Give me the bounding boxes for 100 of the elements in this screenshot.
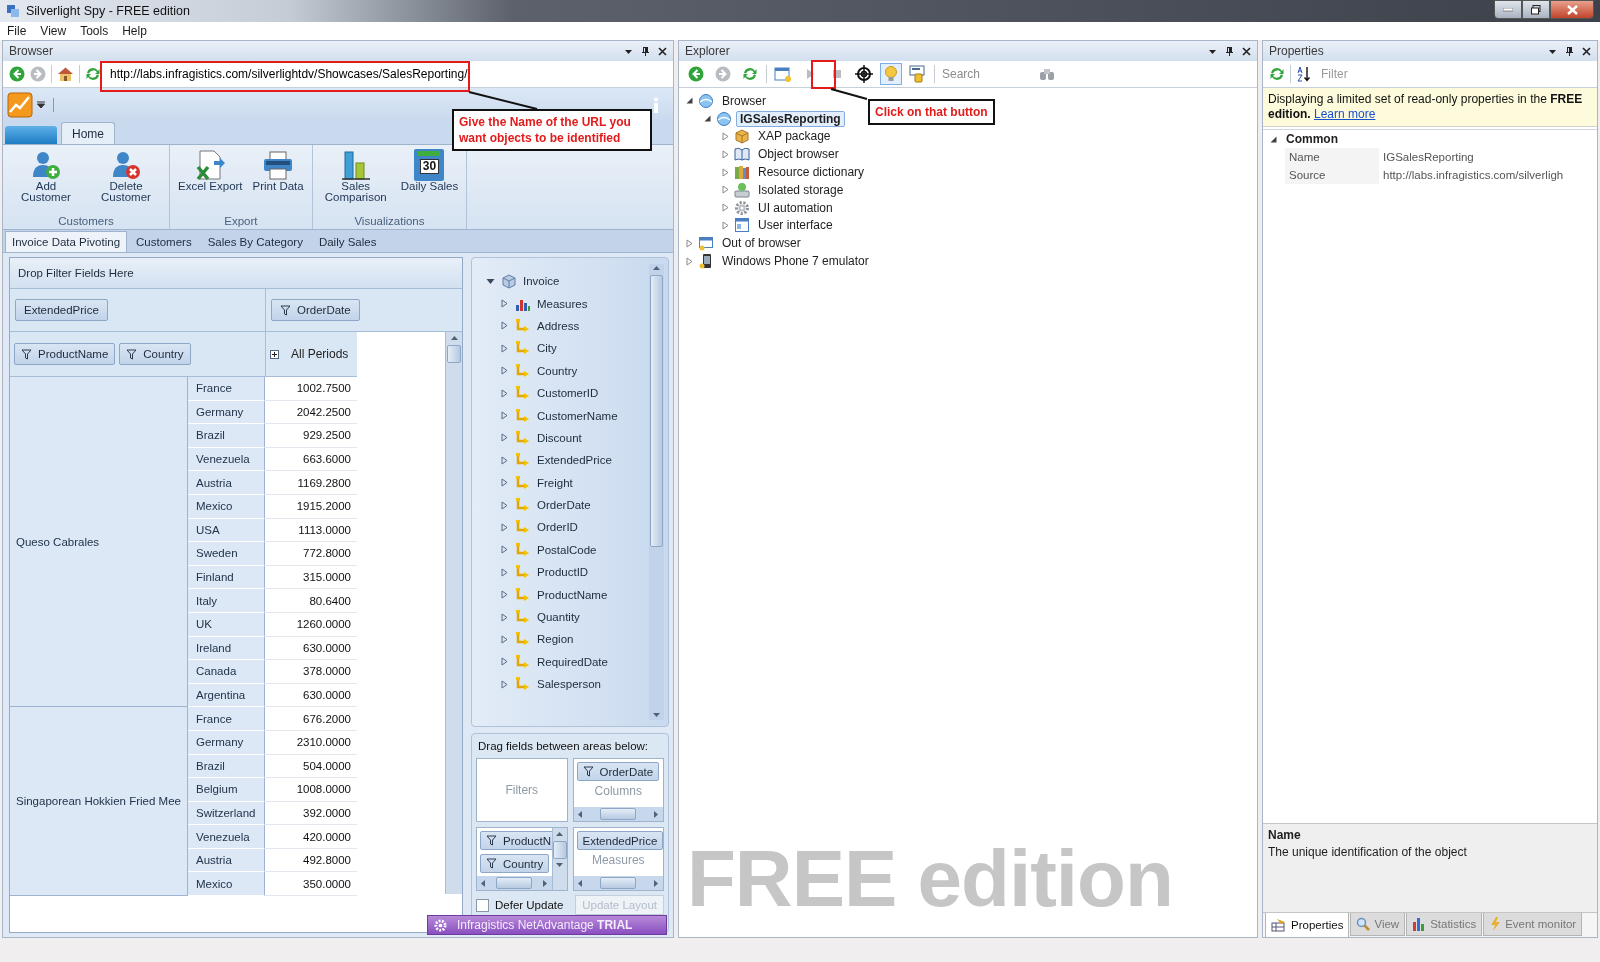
tree-item[interactable]: User interface [754,217,837,234]
close-icon[interactable] [1582,46,1591,56]
learn-more-link[interactable]: Learn more [1314,107,1376,121]
expand-icon[interactable] [270,349,279,359]
scroll-arrow-icon[interactable] [479,878,488,888]
binoculars-icon[interactable] [1039,67,1055,81]
ribbon-button[interactable]: Add Customer [7,147,85,215]
row-field-chip[interactable]: Country [480,854,550,873]
field-item[interactable]: CustomerName [537,409,618,422]
columns-drop-area[interactable]: OrderDate Columns [572,758,664,822]
measures-drop-area[interactable]: ExtendedPrice Measures [572,827,664,891]
minimize-button[interactable] [1494,0,1522,19]
ribbon-tab[interactable]: Home [61,122,115,144]
restore-button[interactable] [1522,0,1550,19]
field-item[interactable]: Country [537,364,578,377]
row-field-chip[interactable]: ProductN [480,831,552,850]
row-field-chip[interactable]: ProductName [14,343,116,365]
column-field-chip[interactable]: OrderDate [271,299,360,321]
ribbon-button[interactable]: Print Data [248,147,308,215]
printer-icon [262,149,295,181]
field-item[interactable]: RequiredDate [537,655,608,668]
scroll-thumb[interactable] [552,841,567,859]
ribbon-button[interactable]: Delete Customer [87,147,165,215]
scroll-arrow-icon[interactable] [652,809,661,819]
refresh-icon[interactable] [1269,66,1285,82]
scroll-thumb[interactable] [447,345,461,363]
rows-drop-area[interactable]: ProductN Country [476,827,568,891]
scroll-thumb[interactable] [650,275,663,547]
tree-item[interactable]: Out of browser [718,235,805,252]
tree-arrow-icon[interactable] [703,114,712,124]
document-tab[interactable]: Invoice Data Pivoting [5,231,128,252]
menu-item[interactable]: View [35,24,72,38]
scroll-arrow-icon[interactable] [575,878,585,888]
tree-item[interactable]: Resource dictionary [754,164,869,181]
scroll-thumb[interactable] [600,808,637,820]
close-icon[interactable] [658,46,667,56]
column-field-chip[interactable]: OrderDate [576,762,660,781]
field-item[interactable]: Measures [537,297,588,310]
field-item[interactable]: Quantity [537,611,580,624]
refresh-icon[interactable] [85,66,101,82]
menu-item[interactable]: Help [117,24,152,38]
tree-item[interactable]: Windows Phone 7 emulator [718,253,873,270]
scrollbar[interactable] [573,807,663,821]
scroll-thumb[interactable] [600,877,637,889]
field-item[interactable]: PostalCode [537,543,597,556]
field-item[interactable]: City [537,342,557,355]
field-item[interactable]: Discount [537,431,582,444]
scrollbar[interactable] [551,828,567,890]
field-item[interactable]: Invoice [523,275,560,288]
document-tab[interactable]: Customers [129,231,199,252]
field-item[interactable]: Address [537,319,580,332]
field-item[interactable]: CustomerID [537,387,599,400]
scrollbar[interactable] [477,876,552,890]
measure-field-chip[interactable]: ExtendedPrice [576,831,663,850]
tree-item[interactable]: IGSalesReporting [736,110,845,127]
back-icon[interactable] [9,66,25,82]
pin-icon[interactable] [1565,45,1574,57]
menu-item[interactable]: Tools [75,24,114,38]
ribbon-button[interactable]: Excel Export [174,147,247,215]
tree-item[interactable]: UI automation [754,199,837,216]
scroll-thumb[interactable] [496,877,533,889]
field-item[interactable]: ProductName [537,588,608,601]
field-item[interactable]: Region [537,633,574,646]
field-item[interactable]: OrderDate [537,499,591,512]
dropdown-icon[interactable] [37,100,45,110]
scroll-arrow-icon[interactable] [652,711,661,720]
field-item[interactable]: OrderID [537,521,578,534]
row-field-chip[interactable]: Country [119,343,191,365]
field-item[interactable]: ExtendedPrice [537,454,612,467]
sort-icon[interactable] [1296,66,1312,82]
scrollbar[interactable] [649,264,664,720]
scroll-arrow-icon[interactable] [652,264,661,273]
scroll-arrow-icon[interactable] [575,809,585,819]
scroll-arrow-icon[interactable] [555,830,564,839]
pin-icon[interactable] [1225,45,1234,57]
scroll-arrow-icon[interactable] [449,334,459,343]
close-button[interactable] [1550,0,1594,19]
tree-item[interactable]: Object browser [754,146,843,163]
scrollbar[interactable] [445,332,462,894]
checkbox[interactable] [476,898,489,912]
document-tab[interactable]: Daily Sales [311,231,384,252]
close-icon[interactable] [1242,46,1251,56]
tree-arrow-icon[interactable] [486,276,495,286]
scrollbar[interactable] [573,876,663,890]
document-tab[interactable]: Sales By Category [200,231,310,252]
home-icon[interactable] [57,66,74,82]
panel-tab[interactable]: Properties [1265,913,1350,937]
menu-item[interactable]: File [2,24,32,38]
pin-icon[interactable] [641,45,650,57]
tree-item[interactable]: XAP package [754,128,835,145]
tree-arrow-icon[interactable] [1269,134,1278,144]
field-item[interactable]: Freight [537,476,573,489]
tree-arrow-icon[interactable] [685,96,694,106]
field-item[interactable]: Salesperson [537,678,601,691]
scroll-arrow-icon[interactable] [652,878,661,888]
tree-item[interactable]: Browser [718,92,770,109]
ribbon-button[interactable]: Sales Comparison [316,147,395,215]
field-item[interactable]: ProductID [537,566,589,579]
tree-item[interactable]: Isolated storage [754,181,848,198]
measure-field-chip[interactable]: ExtendedPrice [15,299,108,321]
